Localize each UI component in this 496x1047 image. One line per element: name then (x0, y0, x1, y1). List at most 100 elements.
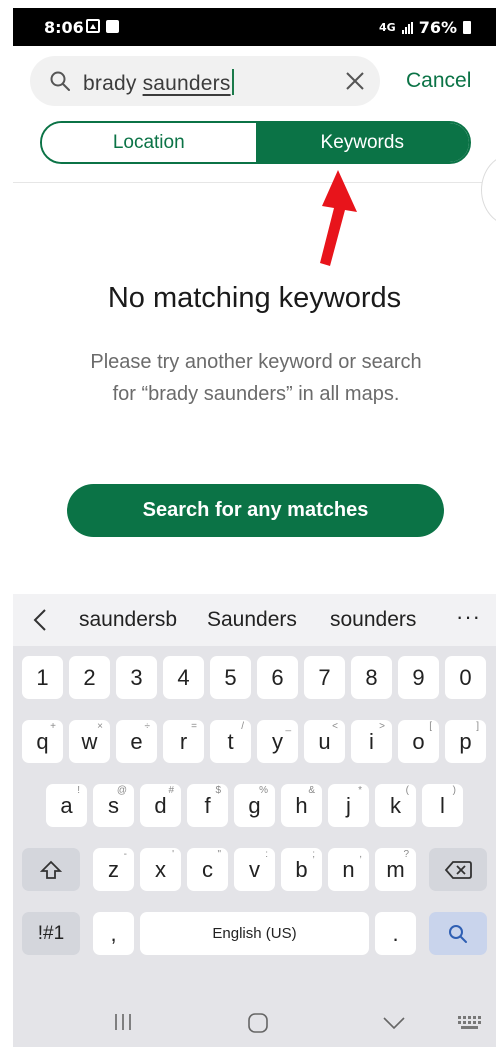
keyboard-icon[interactable] (458, 1016, 482, 1030)
key-4[interactable]: 4 (163, 656, 204, 699)
gallery-notification-icon (86, 19, 100, 33)
key-r[interactable]: r = (163, 720, 204, 763)
empty-state-description: Please try another keyword or search for… (90, 351, 422, 405)
key-8[interactable]: 8 (351, 656, 392, 699)
key-9[interactable]: 9 (398, 656, 439, 699)
key-3[interactable]: 3 (116, 656, 157, 699)
chevron-left-icon[interactable] (33, 608, 47, 632)
key-x-label: x (155, 856, 166, 882)
key-y-label: y (272, 728, 283, 754)
chevron-down-icon[interactable] (383, 1017, 405, 1029)
search-input[interactable]: brady saunders (30, 56, 380, 106)
search-mode-tabs: Location Keywords (40, 121, 471, 164)
key-d[interactable]: d # (140, 784, 181, 827)
shift-icon (40, 860, 62, 879)
key-e[interactable]: e ÷ (116, 720, 157, 763)
key-t-label: t (227, 728, 234, 754)
network-type: 4G (379, 21, 396, 34)
key-s-alt: @ (116, 785, 127, 796)
key-x[interactable]: x ' (140, 848, 181, 891)
key-m[interactable]: m? (375, 848, 416, 891)
key-5[interactable]: 5 (210, 656, 251, 699)
search-query[interactable]: brady saunders (83, 69, 234, 96)
key-n-label: n (342, 856, 355, 882)
search-key[interactable] (429, 912, 487, 955)
home-icon[interactable] (248, 1013, 268, 1033)
key-z-alt: - (123, 849, 127, 860)
suggestion-2[interactable]: Saunders (207, 608, 297, 632)
search-query-underlined: saunders (142, 72, 231, 95)
key-m-label: m (386, 856, 405, 882)
space-key[interactable]: English (US) (140, 912, 369, 955)
signal-icon (401, 21, 413, 34)
key-b[interactable]: b; (281, 848, 322, 891)
tab-keywords[interactable]: Keywords (255, 123, 469, 162)
key-u[interactable]: u < (304, 720, 345, 763)
key-i-alt: > (379, 721, 385, 732)
partial-floating-button[interactable] (481, 154, 496, 226)
key-w[interactable]: w × (69, 720, 110, 763)
backspace-key[interactable] (429, 848, 487, 891)
key-y[interactable]: y _ (257, 720, 298, 763)
key-g[interactable]: g% (234, 784, 275, 827)
key-l[interactable]: l) (422, 784, 463, 827)
key-k[interactable]: k( (375, 784, 416, 827)
key-1[interactable]: 1 (22, 656, 63, 699)
key-l-label: l (440, 792, 445, 818)
key-c[interactable]: c " (187, 848, 228, 891)
key-p[interactable]: p] (445, 720, 486, 763)
key-t[interactable]: t / (210, 720, 251, 763)
tab-location[interactable]: Location (42, 123, 256, 162)
key-v[interactable]: v: (234, 848, 275, 891)
key-h-label: h (295, 792, 308, 818)
onscreen-keyboard: saundersb Saunders sounders ··· 1 2 3 4 … (13, 594, 496, 1047)
key-g-label: g (248, 792, 261, 818)
key-o-label: o (412, 728, 425, 754)
shift-key[interactable] (22, 848, 80, 891)
key-x-alt: ' (172, 849, 174, 860)
key-j[interactable]: j * (328, 784, 369, 827)
comma-key[interactable]: , (93, 912, 134, 955)
key-0[interactable]: 0 (445, 656, 486, 699)
period-key[interactable]: . (375, 912, 416, 955)
key-c-label: c (202, 856, 213, 882)
key-j-label: j (346, 792, 351, 818)
key-q[interactable]: q + (22, 720, 63, 763)
key-i-label: i (369, 728, 374, 754)
key-v-label: v (249, 856, 260, 882)
key-h[interactable]: h & (281, 784, 322, 827)
key-i[interactable]: i > (351, 720, 392, 763)
key-a-label: a (60, 792, 73, 818)
key-u-alt: < (332, 721, 338, 732)
key-o[interactable]: o[ (398, 720, 439, 763)
key-w-alt: × (97, 721, 103, 732)
key-z[interactable]: z- (93, 848, 134, 891)
recent-apps-icon[interactable] (113, 1013, 133, 1031)
clear-icon[interactable] (344, 70, 366, 92)
key-7[interactable]: 7 (304, 656, 345, 699)
key-m-alt: ? (403, 849, 409, 860)
search-any-matches-button[interactable]: Search for any matches (67, 484, 444, 537)
header-divider (13, 182, 496, 183)
key-o-alt: [ (429, 721, 432, 732)
more-options-icon[interactable]: ··· (456, 604, 481, 630)
key-a[interactable]: a! (46, 784, 87, 827)
key-6[interactable]: 6 (257, 656, 298, 699)
shopping-bag-notification-icon (106, 20, 119, 33)
key-h-alt: & (308, 785, 315, 796)
key-2[interactable]: 2 (69, 656, 110, 699)
key-k-label: k (390, 792, 401, 818)
suggestion-3[interactable]: sounders (330, 608, 416, 632)
suggestion-1[interactable]: saundersb (79, 608, 177, 632)
key-f[interactable]: f $ (187, 784, 228, 827)
key-n[interactable]: n, (328, 848, 369, 891)
search-query-plain: brady (83, 72, 143, 95)
red-arrow-annotation (320, 170, 357, 266)
key-s[interactable]: s @ (93, 784, 134, 827)
phone-screen: 8:06 4G 76% brady saunders Cancel Locati… (13, 8, 496, 1047)
key-j-alt: * (358, 785, 362, 796)
search-icon (449, 924, 467, 943)
symbols-key[interactable]: !#1 (22, 912, 80, 955)
search-icon (50, 71, 70, 91)
cancel-button[interactable]: Cancel (406, 69, 471, 93)
